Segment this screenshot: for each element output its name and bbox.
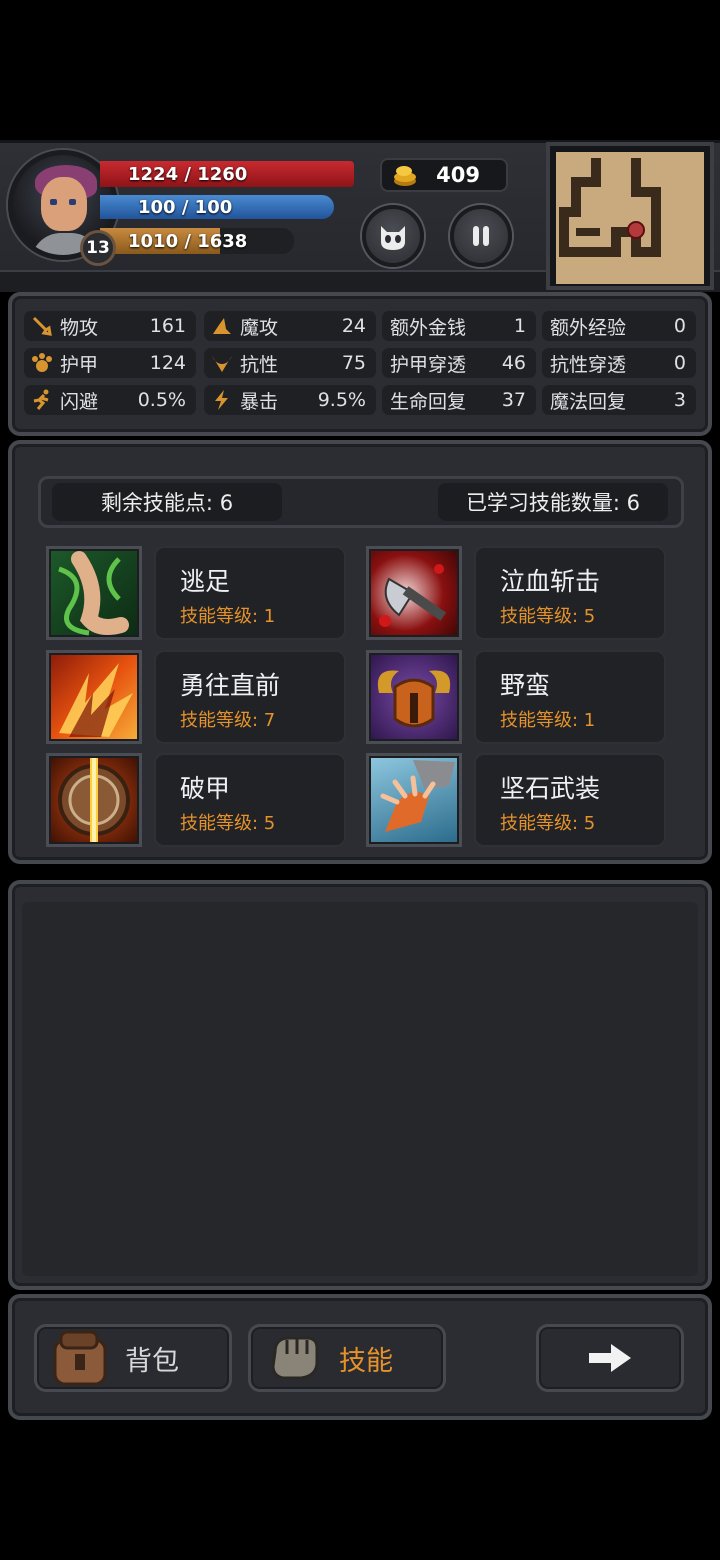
lightning-icon: [210, 388, 234, 412]
stat-armor-penetration: 护甲穿透 46: [382, 348, 536, 378]
hero-face: [41, 177, 87, 231]
hero-eye-left: [50, 199, 57, 205]
stat-label: 抗性: [240, 353, 279, 376]
resistance-icon: [210, 351, 234, 375]
stat-label: 额外经验: [550, 316, 627, 339]
stat-value: 3: [673, 389, 686, 411]
stat-label: 魔攻: [240, 316, 279, 339]
tab-skills[interactable]: 技能: [248, 1324, 446, 1392]
vine-foot-icon[interactable]: [46, 546, 142, 640]
stat-value: 161: [149, 315, 186, 337]
stat-label: 额外金钱: [390, 316, 467, 339]
skill-name: 泣血斩击: [500, 567, 601, 596]
broken-shield-icon[interactable]: [46, 753, 142, 847]
stat-value: 9.5%: [317, 389, 366, 411]
mp-text: 100 / 100: [138, 196, 233, 218]
blood-axe-icon[interactable]: [366, 546, 462, 640]
skill-card[interactable]: 勇往直前 技能等级: 7: [154, 650, 346, 744]
stat-armor: 护甲 124: [24, 348, 196, 378]
minimap[interactable]: [546, 142, 714, 290]
monster-face-icon: [381, 226, 405, 250]
next-button[interactable]: [536, 1324, 684, 1392]
stat-value: 1: [513, 315, 526, 337]
skill-level: 技能等级: 7: [180, 710, 276, 731]
skill-level: 技能等级: 5: [180, 813, 276, 834]
stat-value: 0: [673, 352, 686, 374]
pause-button[interactable]: [450, 205, 512, 267]
remaining-skill-points: 剩余技能点: 6: [52, 483, 282, 521]
stat-critical: 暴击 9.5%: [204, 385, 376, 415]
stat-label: 抗性穿透: [550, 353, 627, 376]
gold-coins-icon: [394, 166, 416, 186]
fire-charge-icon[interactable]: [46, 650, 142, 744]
stat-label: 暴击: [240, 390, 279, 413]
tab-bag[interactable]: 背包: [34, 1324, 232, 1392]
stat-value: 0: [673, 315, 686, 337]
stat-resist-penetration: 抗性穿透 0: [542, 348, 696, 378]
horned-helmet-icon[interactable]: [366, 650, 462, 744]
gold-amount: 409: [436, 163, 480, 187]
skill-level: 技能等级: 1: [180, 606, 276, 627]
stat-hp-regen: 生命回复 37: [382, 385, 536, 415]
minimap-area: [556, 152, 704, 284]
xp-text: 1010 / 1638: [128, 230, 248, 252]
skill-name: 野蛮: [500, 671, 551, 700]
skill-card[interactable]: 破甲 技能等级: 5: [154, 753, 346, 847]
tab-skills-label: 技能: [339, 1345, 393, 1377]
hp-bar: 1224 / 1260: [100, 161, 354, 187]
skill-name: 逃足: [180, 567, 231, 596]
skill-name: 破甲: [180, 774, 231, 803]
remaining-skill-points-text: 剩余技能点: 6: [100, 491, 234, 515]
stat-label: 魔法回复: [550, 390, 627, 413]
skill-level: 技能等级: 5: [500, 606, 596, 627]
stat-extra-gold: 额外金钱 1: [382, 311, 536, 341]
level-badge: 13: [80, 230, 116, 266]
pause-icon: [473, 226, 489, 246]
arrow-right-icon: [589, 1344, 631, 1372]
stat-label: 生命回复: [390, 390, 467, 413]
stat-resistance: 抗性 75: [204, 348, 376, 378]
stat-value: 0.5%: [137, 389, 186, 411]
stat-value: 124: [149, 352, 186, 374]
hero-eye-right: [69, 199, 76, 205]
skill-detail-area: [22, 902, 698, 1276]
mp-bar: 100 / 100: [100, 195, 334, 219]
stat-label: 物攻: [60, 316, 99, 339]
stat-value: 37: [501, 389, 526, 411]
backpack-icon: [53, 1330, 107, 1386]
stat-label: 闪避: [60, 390, 99, 413]
fist-icon: [271, 1336, 319, 1380]
skill-card[interactable]: 野蛮 技能等级: 1: [474, 650, 666, 744]
learned-skill-count-text: 已学习技能数量: 6: [465, 491, 641, 515]
running-icon: [30, 388, 54, 412]
level-text: 13: [86, 238, 110, 258]
sword-icon: [30, 314, 54, 338]
stat-value: 75: [341, 352, 366, 374]
stat-label: 护甲: [60, 353, 99, 376]
paw-armor-icon: [30, 351, 54, 375]
skill-name: 坚石武装: [500, 774, 601, 803]
stat-magic-attack: 魔攻 24: [204, 311, 376, 341]
skill-level: 技能等级: 1: [500, 710, 596, 731]
skill-card[interactable]: 泣血斩击 技能等级: 5: [474, 546, 666, 640]
skill-name: 勇往直前: [180, 671, 281, 700]
stat-physical-attack: 物攻 161: [24, 311, 196, 341]
skill-card[interactable]: 逃足 技能等级: 1: [154, 546, 346, 640]
skill-level: 技能等级: 5: [500, 813, 596, 834]
stone-claw-icon[interactable]: [366, 753, 462, 847]
stat-mp-regen: 魔法回复 3: [542, 385, 696, 415]
maze-path-icon: [559, 158, 661, 257]
stat-extra-xp: 额外经验 0: [542, 311, 696, 341]
stat-dodge: 闪避 0.5%: [24, 385, 196, 415]
tab-bag-label: 背包: [125, 1345, 179, 1377]
stat-label: 护甲穿透: [390, 353, 467, 376]
monster-info-button[interactable]: [362, 205, 424, 267]
stat-value: 24: [341, 315, 366, 337]
xp-bar: 1010 / 1638: [100, 228, 247, 254]
stat-value: 46: [501, 352, 526, 374]
skill-card[interactable]: 坚石武装 技能等级: 5: [474, 753, 666, 847]
learned-skill-count: 已学习技能数量: 6: [438, 483, 668, 521]
hp-text: 1224 / 1260: [128, 163, 248, 185]
magic-hat-icon: [210, 314, 234, 338]
